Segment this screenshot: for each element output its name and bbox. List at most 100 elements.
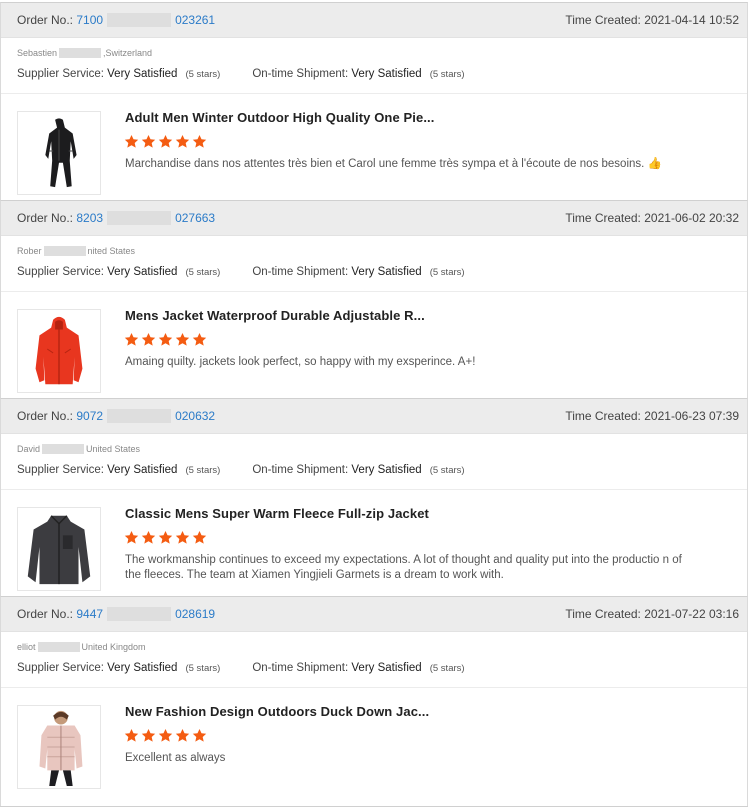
service-ratings: Supplier Service: Very Satisfied (5 star… xyxy=(17,68,465,80)
order-number: Order No.: 9447 028619 xyxy=(17,607,215,622)
order-no-label: Order No.: xyxy=(17,606,74,621)
shipment-stars: (5 stars) xyxy=(429,663,465,674)
supplier-service-stars: (5 stars) xyxy=(185,663,221,674)
review-stars xyxy=(124,134,207,149)
buyer-name: elliot xyxy=(17,642,36,652)
service-ratings: Supplier Service: Very Satisfied (5 star… xyxy=(17,662,465,674)
buyer-name: Sebastien xyxy=(17,48,58,58)
service-ratings: Supplier Service: Very Satisfied (5 star… xyxy=(17,464,465,476)
time-created-label: Time Created: xyxy=(565,607,641,621)
order-no-link[interactable]: 9447 028619 xyxy=(76,607,215,622)
supplier-service-label: Supplier Service: xyxy=(17,464,104,476)
shipment-value: Very Satisfied xyxy=(351,464,422,476)
supplier-service-value: Very Satisfied xyxy=(107,464,178,476)
redaction-mask xyxy=(59,48,102,58)
order-card: Order No.: 9447 028619 Time Created: 2021… xyxy=(0,596,748,806)
time-created-value: 2021-07-22 03:16 xyxy=(644,607,739,621)
redaction-mask xyxy=(107,13,172,28)
star-icon xyxy=(158,530,173,544)
order-header: Order No.: 9072 020632 Time Created: 2021… xyxy=(1,399,747,434)
buyer-line: Rober nited States xyxy=(17,246,135,256)
order-header: Order No.: 7100 023261 Time Created: 2021… xyxy=(1,3,747,38)
review-comment: Marchandise dans nos attentes très bien … xyxy=(125,158,662,170)
star-icon xyxy=(175,728,190,742)
product-title[interactable]: Adult Men Winter Outdoor High Quality On… xyxy=(125,110,434,125)
order-no-label: Order No.: xyxy=(17,408,74,423)
star-icon xyxy=(158,332,173,346)
shipment-value: Very Satisfied xyxy=(351,68,422,80)
supplier-service-stars: (5 stars) xyxy=(185,465,221,476)
star-icon xyxy=(158,728,173,742)
review-comment: Amaing quilty. jackets look perfect, so … xyxy=(125,356,476,368)
product-thumbnail[interactable] xyxy=(17,705,101,789)
supplier-service-label: Supplier Service: xyxy=(17,662,104,674)
product-review: Classic Mens Super Warm Fleece Full-zip … xyxy=(1,490,747,594)
time-created-label: Time Created: xyxy=(565,13,641,27)
order-no-link[interactable]: 8203 027663 xyxy=(76,210,215,226)
product-thumbnail[interactable] xyxy=(17,507,101,591)
order-no-link[interactable]: 7100 023261 xyxy=(76,13,215,28)
buyer-name: David xyxy=(17,444,41,454)
buyer-info: elliot United Kingdom Supplier Service: … xyxy=(1,632,747,688)
order-no-prefix: 8203 xyxy=(76,210,104,225)
service-ratings: Supplier Service: Very Satisfied (5 star… xyxy=(17,266,465,278)
order-no-link[interactable]: 9072 020632 xyxy=(76,409,215,424)
time-created: Time Created: 2021-07-22 03:16 xyxy=(565,607,739,621)
review-comment: Excellent as always xyxy=(125,752,226,764)
list-bottom-border xyxy=(0,806,748,807)
supplier-service-stars: (5 stars) xyxy=(185,267,221,278)
shipment-label: On-time Shipment: xyxy=(252,68,349,80)
redaction-mask xyxy=(107,607,172,622)
order-header: Order No.: 9447 028619 Time Created: 2021… xyxy=(1,597,747,632)
product-review: Mens Jacket Waterproof Durable Adjustabl… xyxy=(1,292,747,396)
buyer-info: Rober nited States Supplier Service: Ver… xyxy=(1,236,747,292)
supplier-service-stars: (5 stars) xyxy=(185,69,221,80)
order-header: Order No.: 8203 027663 Time Created: 2021… xyxy=(1,201,747,236)
product-thumbnail[interactable] xyxy=(17,309,101,393)
time-created: Time Created: 2021-04-14 10:52 xyxy=(565,13,739,27)
product-title[interactable]: Mens Jacket Waterproof Durable Adjustabl… xyxy=(125,308,425,323)
star-icon xyxy=(158,134,173,148)
order-card: Order No.: 9072 020632 Time Created: 2021… xyxy=(0,398,748,596)
buyer-info: David United States Supplier Service: Ve… xyxy=(1,434,747,490)
buyer-line: David United States xyxy=(17,444,140,454)
buyer-country: ,Switzerland xyxy=(103,48,153,58)
redaction-mask xyxy=(43,246,86,256)
star-icon xyxy=(175,332,190,346)
time-created: Time Created: 2021-06-02 20:32 xyxy=(565,211,739,225)
shipment-stars: (5 stars) xyxy=(429,465,465,476)
time-created-value: 2021-06-23 07:39 xyxy=(644,409,739,423)
time-created-value: 2021-04-14 10:52 xyxy=(644,13,739,27)
star-icon xyxy=(141,134,156,148)
order-card: Order No.: 7100 023261 Time Created: 2021… xyxy=(0,2,748,200)
order-no-label: Order No.: xyxy=(17,210,74,225)
shipment-label: On-time Shipment: xyxy=(252,662,349,674)
review-stars xyxy=(124,530,207,545)
buyer-line: elliot United Kingdom xyxy=(17,642,146,652)
supplier-service-value: Very Satisfied xyxy=(107,68,178,80)
shipment-stars: (5 stars) xyxy=(429,69,465,80)
time-created-label: Time Created: xyxy=(565,211,641,225)
supplier-service-value: Very Satisfied xyxy=(107,662,178,674)
star-icon xyxy=(124,134,139,148)
buyer-info: Sebastien ,Switzerland Supplier Service:… xyxy=(1,38,747,94)
product-title[interactable]: Classic Mens Super Warm Fleece Full-zip … xyxy=(125,506,429,521)
shipment-stars: (5 stars) xyxy=(429,267,465,278)
product-review: New Fashion Design Outdoors Duck Down Ja… xyxy=(1,688,747,792)
supplier-service-label: Supplier Service: xyxy=(17,68,104,80)
star-icon xyxy=(141,332,156,346)
star-icon xyxy=(192,332,207,346)
star-icon xyxy=(192,530,207,544)
supplier-service-value: Very Satisfied xyxy=(107,266,178,278)
black-ski-suit-icon xyxy=(18,112,100,194)
star-icon xyxy=(192,728,207,742)
product-thumbnail[interactable] xyxy=(17,111,101,195)
shipment-label: On-time Shipment: xyxy=(252,464,349,476)
buyer-country: nited States xyxy=(87,246,136,256)
order-no-label: Order No.: xyxy=(17,12,74,27)
star-icon xyxy=(124,728,139,742)
star-icon xyxy=(124,332,139,346)
review-comment: The workmanship continues to exceed my e… xyxy=(125,554,682,581)
product-title[interactable]: New Fashion Design Outdoors Duck Down Ja… xyxy=(125,704,429,719)
time-created-label: Time Created: xyxy=(565,409,641,423)
